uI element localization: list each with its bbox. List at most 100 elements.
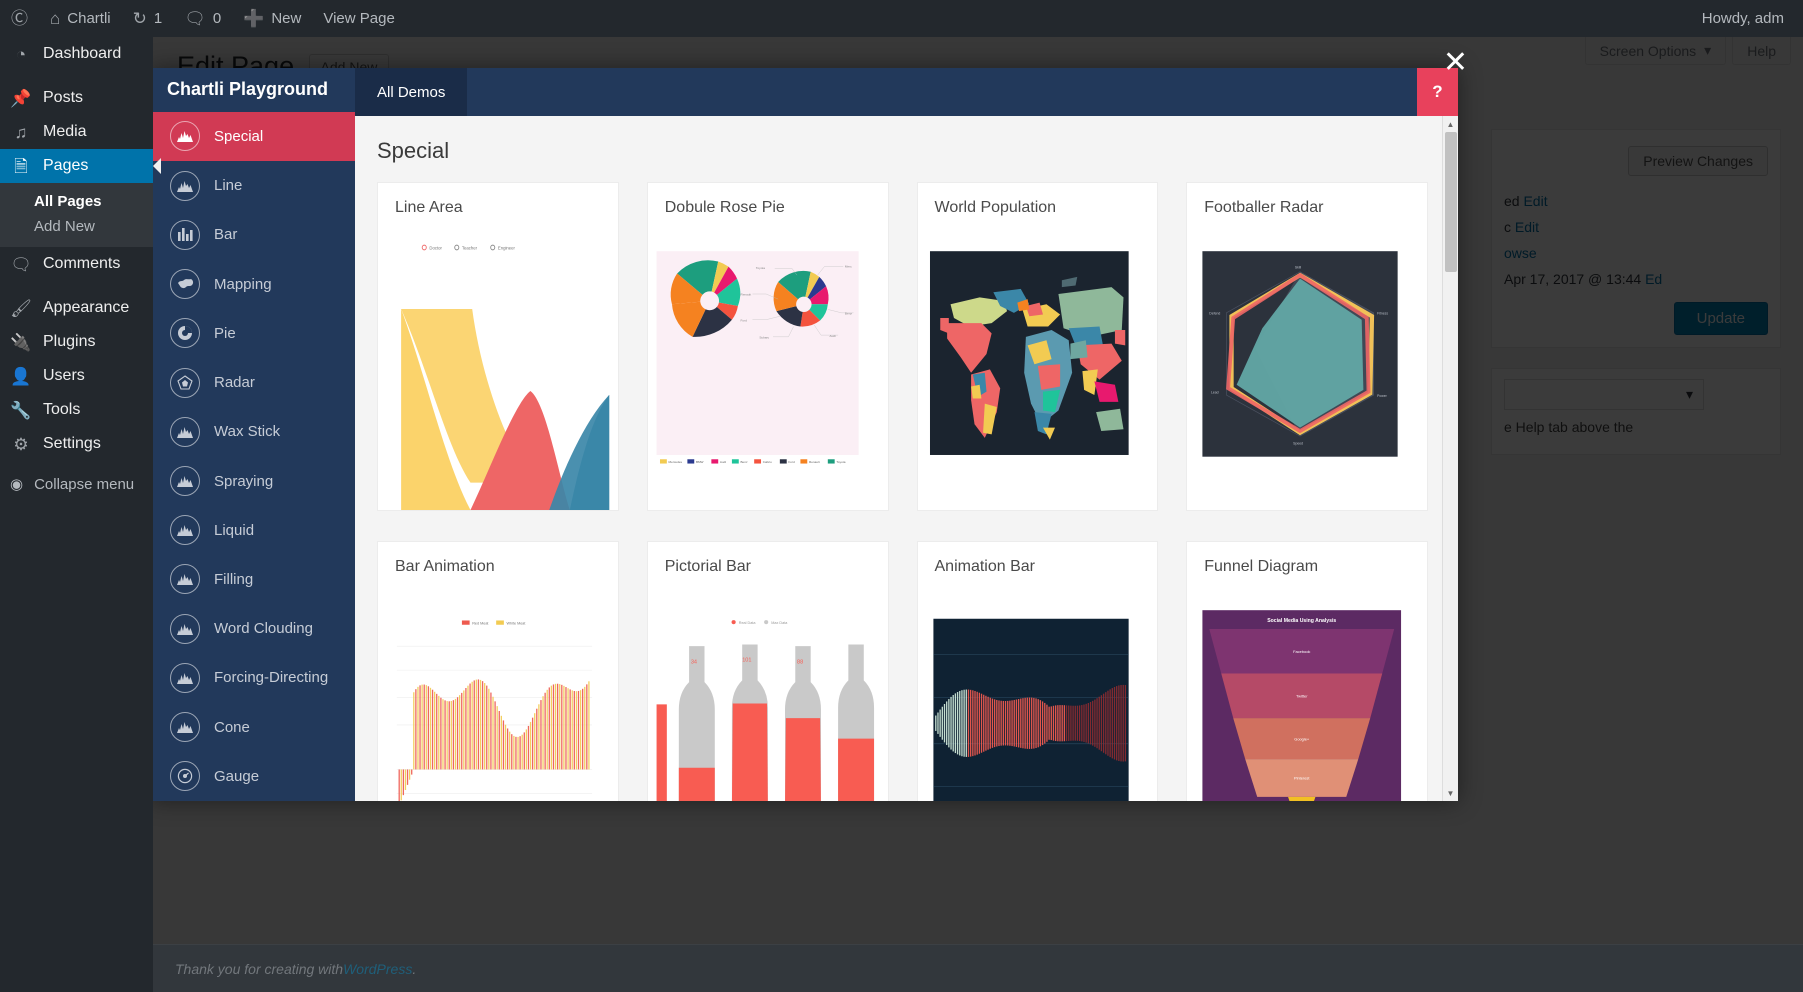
- svg-text:Power: Power: [1377, 394, 1388, 398]
- chartli-item-wax-stick[interactable]: Wax Stick: [150, 407, 355, 456]
- chartli-sidebar: Chartli Playground Special Line Bar Mapp…: [150, 68, 355, 801]
- comments-menu[interactable]: 🗨 0: [173, 0, 232, 37]
- sidebar-item-settings[interactable]: ⚙ Settings: [0, 427, 153, 461]
- demo-card-title: Dobule Rose Pie: [664, 199, 785, 216]
- svg-text:Mercedes: Mercedes: [668, 460, 682, 464]
- chartli-item-gauge[interactable]: Gauge: [150, 752, 355, 801]
- updates-menu[interactable]: ↻ 1: [122, 0, 174, 37]
- chartli-item-cone[interactable]: Cone: [150, 703, 355, 752]
- chartli-item-label: Forcing-Directing: [214, 669, 329, 687]
- chart-map-icon: [170, 269, 200, 300]
- chartli-item-special[interactable]: Special: [150, 111, 355, 161]
- media-icon: ♫: [14, 122, 28, 142]
- chart-special-icon: [170, 121, 200, 152]
- chartli-item-label: Pie: [214, 324, 236, 342]
- demo-card-title: Bar Animation: [395, 558, 495, 575]
- sidebar-item-label: Comments: [43, 255, 121, 272]
- chartli-item-radar[interactable]: Radar: [150, 358, 355, 407]
- chartli-demo-grid: Line Area Doctor Teacher Engineer Dobule…: [377, 182, 1428, 801]
- svg-text:Subaru: Subaru: [759, 336, 769, 340]
- admin-footer: Thank you for creating with WordPress .: [153, 944, 1803, 992]
- close-icon[interactable]: ✕: [1443, 48, 1468, 78]
- pages-icon: 🗎: [14, 156, 28, 176]
- sidebar-item-pages[interactable]: 🗎 Pages: [0, 149, 153, 183]
- chartli-item-liquid[interactable]: Liquid: [150, 506, 355, 555]
- chartli-item-spraying[interactable]: Spraying: [150, 456, 355, 505]
- sidebar-item-posts[interactable]: 📌 Posts: [0, 81, 153, 115]
- sidebar-item-label: Posts: [43, 89, 84, 106]
- sidebar-item-users[interactable]: 👤 Users: [0, 359, 153, 393]
- collapse-menu-button[interactable]: ◉ Collapse menu: [0, 467, 153, 501]
- chartli-item-filling[interactable]: Filling: [150, 555, 355, 604]
- svg-text:Red Meat: Red Meat: [472, 621, 489, 625]
- demo-card-dobule-rose-pie[interactable]: Dobule Rose Pie Toyota Merc Renault Benz…: [646, 182, 889, 511]
- chart-bar-icon: [170, 219, 200, 250]
- svg-text:Twitter: Twitter: [1296, 694, 1308, 699]
- modal-scrollbar[interactable]: ▲ ▼: [1442, 116, 1458, 801]
- updates-count: 1: [153, 10, 163, 27]
- demo-card-title: Line Area: [395, 199, 463, 216]
- submenu-item-add-new[interactable]: Add New: [0, 214, 153, 239]
- site-name-label: Chartli: [67, 10, 111, 27]
- demo-card-funnel-diagram[interactable]: Funnel Diagram Social Media Using Analys…: [1186, 541, 1428, 801]
- chartli-item-line[interactable]: Line: [150, 161, 355, 210]
- sidebar-item-label: Appearance: [43, 299, 130, 316]
- new-content-menu[interactable]: ➕ New: [232, 0, 312, 37]
- howdy-label: Howdy, adm: [1701, 10, 1784, 27]
- view-page-link[interactable]: View Page: [312, 0, 405, 37]
- updates-icon: ↻: [132, 9, 147, 28]
- svg-text:Merc: Merc: [845, 264, 852, 268]
- svg-text:Ford: Ford: [788, 460, 795, 464]
- chartli-item-forcing-directing[interactable]: Forcing-Directing: [150, 653, 355, 702]
- sidebar-item-dashboard[interactable]: ◔ Dashboard: [0, 37, 153, 71]
- chart-special-icon: [170, 662, 200, 693]
- sidebar-item-tools[interactable]: 🔧 Tools: [0, 393, 153, 427]
- chart-special-icon: [170, 416, 200, 447]
- demo-card-bar-animation[interactable]: Bar Animation Red Meat White Meat: [377, 541, 619, 801]
- svg-text:34: 34: [691, 659, 697, 665]
- chart-pie-icon: [170, 318, 200, 349]
- admin-sidebar: ◔ Dashboard 📌 Posts ♫ Media 🗎 Pages All …: [0, 37, 153, 992]
- chart-special-icon: [170, 712, 200, 743]
- demo-card-line-area[interactable]: Line Area Doctor Teacher Engineer: [377, 182, 619, 511]
- triangle-down-icon[interactable]: ▼: [1443, 785, 1458, 801]
- chartli-item-pie[interactable]: Pie: [150, 309, 355, 358]
- tab-all-demos[interactable]: All Demos: [355, 68, 468, 116]
- svg-text:Doctor: Doctor: [429, 245, 442, 250]
- triangle-up-icon[interactable]: ▲: [1443, 116, 1458, 132]
- svg-text:Benz: Benz: [740, 460, 747, 464]
- svg-text:Toyota: Toyota: [836, 460, 845, 464]
- chartli-item-mapping[interactable]: Mapping: [150, 259, 355, 308]
- chartli-item-word-clouding[interactable]: Word Clouding: [150, 604, 355, 653]
- wrench-icon: 🔧: [10, 400, 32, 420]
- svg-text:Speed: Speed: [1293, 442, 1303, 446]
- wp-logo-menu[interactable]: Ⓒ: [0, 0, 39, 37]
- svg-text:Max Data: Max Data: [771, 621, 788, 625]
- sidebar-item-label: Tools: [43, 401, 81, 418]
- wordpress-link[interactable]: WordPress: [343, 961, 412, 977]
- sidebar-item-plugins[interactable]: 🔌 Plugins: [0, 325, 153, 359]
- svg-text:Teacher: Teacher: [462, 245, 478, 250]
- scrollbar-thumb[interactable]: [1445, 132, 1457, 272]
- sidebar-item-media[interactable]: ♫ Media: [0, 115, 153, 149]
- demo-card-animation-bar[interactable]: Animation Bar: [916, 541, 1159, 801]
- svg-text:Audi: Audi: [720, 460, 726, 464]
- chartli-item-label: Cone: [214, 718, 250, 736]
- pictorial-bar-chart: Real Data Max Data 34 101 88: [648, 586, 888, 801]
- demo-card-world-population[interactable]: World Population: [916, 182, 1159, 511]
- svg-text:Audi: Audi: [829, 334, 835, 338]
- demo-card-footballer-radar[interactable]: Footballer Radar Skill Fitness Power Spe…: [1186, 182, 1428, 511]
- chartli-main: All Demos ? Special Line Area Doctor Tea…: [355, 68, 1458, 801]
- sidebar-item-comments[interactable]: 🗨 Comments: [0, 247, 153, 281]
- demo-card-title: World Population: [934, 199, 1057, 216]
- animation-bar-chart: [918, 586, 1158, 801]
- site-name-menu[interactable]: ⌂ Chartli: [39, 0, 122, 37]
- sidebar-item-appearance[interactable]: 🖌 Appearance: [0, 291, 153, 325]
- demo-card-title: Footballer Radar: [1204, 199, 1324, 216]
- demo-card-pictorial-bar[interactable]: Pictorial Bar Real Data Max Data 34 101 …: [646, 541, 889, 801]
- pin-icon: 📌: [10, 88, 32, 108]
- submenu-item-all-pages[interactable]: All Pages: [0, 189, 153, 214]
- chartli-item-bar[interactable]: Bar: [150, 210, 355, 259]
- bar-animation-chart: Red Meat White Meat: [378, 586, 618, 801]
- my-account-menu[interactable]: Howdy, adm: [1691, 0, 1795, 37]
